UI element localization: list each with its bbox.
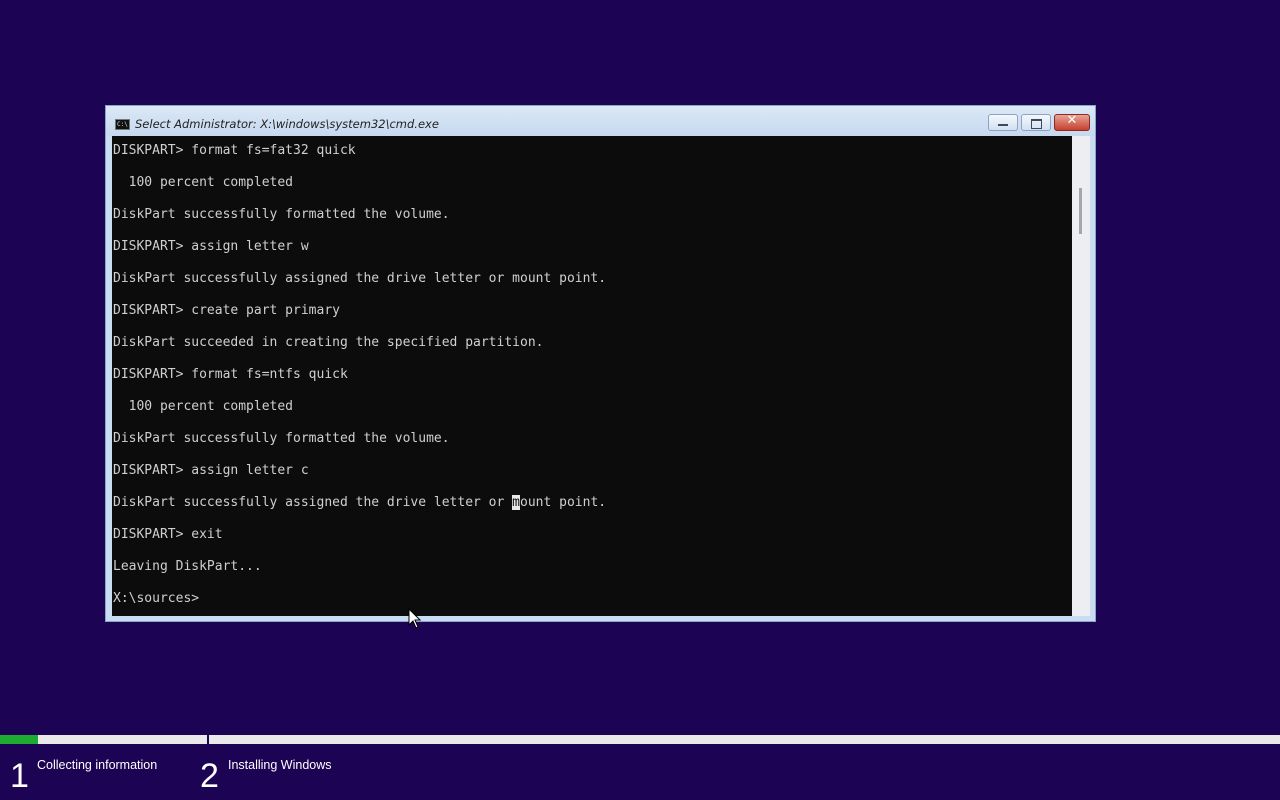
cmd-icon[interactable]: C:\	[115, 119, 130, 130]
console-line: DiskPart successfully formatted the volu…	[113, 431, 450, 446]
maximize-button[interactable]	[1021, 114, 1051, 131]
vertical-scrollbar[interactable]	[1072, 136, 1090, 616]
text-cursor: m	[512, 495, 520, 510]
step-label: Collecting information	[37, 758, 158, 772]
console-line: 100 percent completed	[113, 175, 294, 190]
scrollbar-thumb[interactable]	[1079, 188, 1082, 234]
cmd-window: C:\ Select Administrator: X:\windows\sys…	[105, 105, 1096, 622]
minimize-button[interactable]	[988, 114, 1018, 131]
console-line: DISKPART> format fs=ntfs quick	[113, 367, 348, 382]
console-line: DISKPART> assign letter c	[113, 463, 309, 478]
setup-background: C:\ Select Administrator: X:\windows\sys…	[0, 0, 1280, 800]
minimize-icon	[998, 124, 1008, 126]
title-bar[interactable]: C:\ Select Administrator: X:\windows\sys…	[106, 106, 1095, 136]
console-line: DISKPART> format fs=fat32 quick	[113, 143, 356, 158]
console-text: DiskPart successfully assigned the drive…	[113, 495, 513, 510]
setup-progress-fill	[0, 735, 38, 744]
console-line: DISKPART> exit	[113, 527, 223, 542]
console-line: DiskPart successfully assigned the drive…	[113, 271, 607, 286]
close-button[interactable]: ✕	[1054, 113, 1090, 131]
console-line: DiskPart successfully formatted the volu…	[113, 207, 450, 222]
console-line: DiskPart successfully assigned the drive…	[113, 495, 606, 511]
step-number: 2	[200, 757, 219, 795]
console-line: DISKPART> create part primary	[113, 303, 340, 318]
console-line: DiskPart succeeded in creating the speci…	[113, 335, 544, 350]
mouse-pointer-icon	[408, 608, 422, 629]
setup-progress-bar	[0, 735, 1280, 744]
console-output[interactable]: DISKPART> format fs=fat32 quick 100 perc…	[112, 136, 1072, 616]
window-title: Select Administrator: X:\windows\system3…	[135, 117, 439, 131]
maximize-icon	[1031, 119, 1042, 129]
console-line: DISKPART> assign letter w	[113, 239, 309, 254]
progress-step-divider	[207, 735, 209, 744]
close-icon: ✕	[1066, 113, 1078, 128]
step-label: Installing Windows	[228, 758, 332, 772]
console-text: ount point.	[520, 495, 607, 510]
console-line: Leaving DiskPart...	[113, 559, 262, 574]
console-line: X:\sources>	[113, 591, 200, 606]
console-line: 100 percent completed	[113, 399, 294, 414]
step-number: 1	[10, 757, 29, 795]
